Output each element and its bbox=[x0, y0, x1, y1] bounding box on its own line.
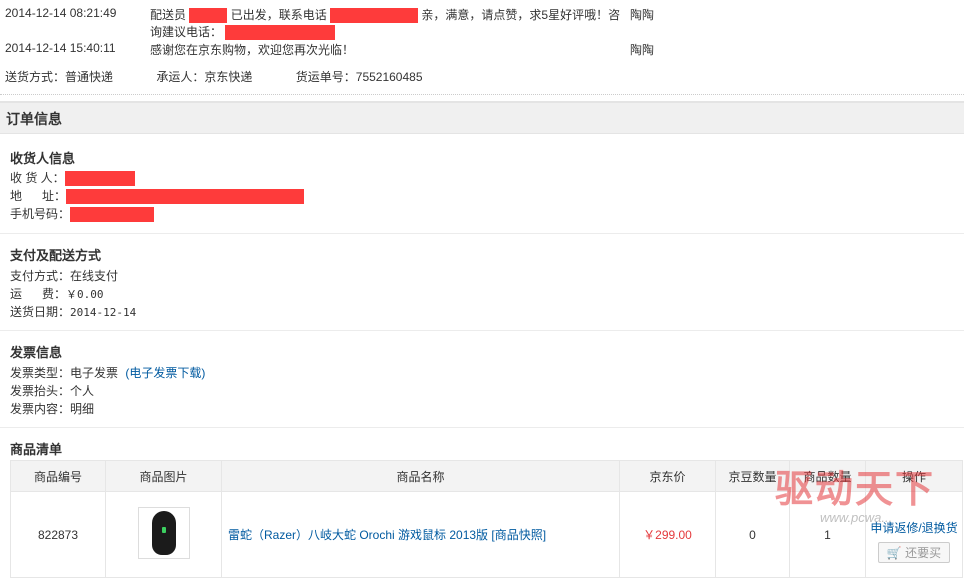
payment-title: 支付及配送方式 bbox=[10, 248, 102, 263]
log-text: 询建议电话： bbox=[150, 25, 223, 39]
product-image-cell[interactable] bbox=[105, 491, 222, 578]
watermark-url: www.pcwa... bbox=[820, 510, 893, 525]
divider bbox=[0, 233, 964, 234]
divider bbox=[0, 330, 964, 331]
log-time: 2014-12-14 08:21:49 bbox=[5, 6, 117, 20]
mouse-icon bbox=[151, 511, 176, 555]
invoice-type: 发票类型：电子发票 (电子发票下载) bbox=[10, 366, 206, 380]
goods-title: 商品清单 bbox=[10, 442, 63, 457]
log-text: 已出发，联系电话 bbox=[230, 8, 327, 22]
col-header-name: 商品名称 bbox=[221, 460, 620, 492]
payment-method: 支付方式：在线支付 bbox=[10, 269, 119, 283]
log-message: 配送员 已出发，联系电话 亲，满意，请点赞，求5星好评哦！咨 bbox=[150, 6, 621, 24]
redaction bbox=[66, 189, 305, 205]
cart-icon: 🛒 bbox=[886, 546, 902, 560]
redaction bbox=[225, 25, 336, 41]
product-name-link[interactable]: 雷蛇（Razer）八岐大蛇 Orochi 游戏鼠标 2013版 [商品快照] bbox=[228, 528, 546, 542]
col-header-price: 京东价 bbox=[619, 460, 716, 492]
col-header-image: 商品图片 bbox=[105, 460, 222, 492]
order-info-header: 订单信息 bbox=[0, 101, 964, 134]
ship-tracking-no: 货运单号：7552160485 bbox=[295, 70, 423, 84]
log-operator: 陶陶 bbox=[630, 43, 655, 57]
redaction bbox=[330, 8, 419, 24]
invoice-head: 发票抬头：个人 bbox=[10, 384, 95, 398]
redaction bbox=[189, 8, 228, 24]
redaction bbox=[70, 207, 155, 223]
product-id: 822873 bbox=[10, 491, 106, 578]
recipient-phone: 手机号码： bbox=[10, 205, 155, 223]
product-price: ￥299.00 bbox=[619, 491, 716, 578]
watermark-logo: 驱动天下 bbox=[775, 469, 936, 511]
log-operator: 陶陶 bbox=[630, 8, 655, 22]
log-text: 亲，满意，请点赞，求5星好评哦！咨 bbox=[421, 8, 621, 22]
log-message-cont: 询建议电话： bbox=[150, 23, 336, 41]
log-message: 感谢您在京东购物，欢迎您再次光临！ bbox=[150, 43, 355, 57]
divider bbox=[0, 427, 964, 428]
invoice-content: 发票内容：明细 bbox=[10, 402, 95, 416]
shipping-fee: 运 费：￥0.00 bbox=[10, 287, 104, 301]
divider bbox=[0, 94, 964, 95]
shipping-summary: 送货方式：普通快递 承运人：京东快递 货运单号：7552160485 bbox=[5, 68, 435, 84]
log-time: 2014-12-14 15:40:11 bbox=[5, 41, 116, 55]
log-text: 配送员 bbox=[150, 8, 187, 22]
redaction bbox=[64, 171, 135, 187]
delivery-date: 送货日期：2014-12-14 bbox=[10, 305, 137, 319]
ship-method: 送货方式：普通快递 bbox=[5, 70, 114, 84]
buy-again-button[interactable]: 🛒 还要买 bbox=[877, 542, 951, 563]
ship-carrier: 承运人：京东快递 bbox=[156, 70, 253, 84]
recipient-title: 收货人信息 bbox=[10, 151, 76, 166]
recipient-name: 收 货 人： bbox=[10, 169, 135, 187]
order-info-title: 订单信息 bbox=[6, 111, 62, 127]
invoice-download-link[interactable]: (电子发票下载) bbox=[125, 366, 205, 380]
invoice-title: 发票信息 bbox=[10, 345, 63, 360]
recipient-address: 地 址： bbox=[10, 187, 305, 205]
product-image[interactable] bbox=[137, 507, 190, 559]
col-header-id: 商品编号 bbox=[10, 460, 106, 492]
product-name-cell: 雷蛇（Razer）八岐大蛇 Orochi 游戏鼠标 2013版 [商品快照] bbox=[221, 491, 620, 578]
